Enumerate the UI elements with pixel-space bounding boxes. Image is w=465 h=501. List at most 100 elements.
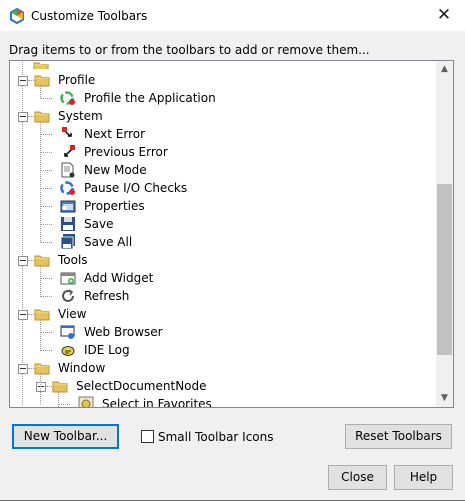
- new-mode-icon: [60, 162, 76, 178]
- tree-item-label: Next Error: [84, 127, 146, 141]
- select-favorites-icon: [78, 396, 94, 407]
- tree-connector: [40, 224, 52, 225]
- new-toolbar-label: New Toolbar...: [23, 429, 108, 443]
- tree-row[interactable]: Properties: [10, 197, 435, 215]
- tree-item-label: Select in Favorites: [102, 397, 212, 408]
- scroll-thumb[interactable]: [437, 184, 452, 355]
- tree-row[interactable]: View: [10, 305, 435, 323]
- tree-item-label: Properties: [84, 199, 145, 213]
- tree-connector: [40, 242, 52, 243]
- collapse-toggle[interactable]: [18, 112, 28, 122]
- close-window-icon[interactable]: ✕: [432, 4, 456, 26]
- folder-icon: [34, 252, 50, 268]
- tree-folder-label: Profile: [58, 73, 96, 87]
- tree-row[interactable]: New Mode: [10, 161, 435, 179]
- tree-row[interactable]: Tools: [10, 251, 435, 269]
- tree-row[interactable]: Save: [10, 215, 435, 233]
- tree-connector: [40, 134, 52, 135]
- scroll-down-icon[interactable]: ▼: [436, 390, 453, 407]
- previous-error-icon: [60, 144, 76, 160]
- toolbar-items-tree[interactable]: Profile Profile the Application System Next…: [9, 60, 454, 408]
- folder-icon: [34, 108, 50, 124]
- folder-icon: [52, 378, 68, 394]
- new-toolbar-button[interactable]: New Toolbar...: [12, 424, 119, 449]
- tree-guide-line: [40, 85, 41, 99]
- tree-connector: [40, 278, 52, 279]
- close-label: Close: [341, 470, 374, 484]
- tree-connector: [40, 332, 52, 333]
- small-icons-label[interactable]: Small Toolbar Icons: [158, 430, 274, 444]
- tree-connector: [40, 350, 52, 351]
- tree-row[interactable]: SelectDocumentNode: [10, 377, 435, 395]
- tree-connector: [40, 188, 52, 189]
- folder-icon: [33, 61, 49, 69]
- folder-icon: [34, 306, 50, 322]
- tree-connector: [40, 206, 52, 207]
- next-error-icon: [60, 126, 76, 142]
- title-bar: Customize Toolbars ✕: [0, 0, 465, 31]
- collapse-toggle[interactable]: [18, 364, 28, 374]
- tree-item-label: Profile the Application: [84, 91, 216, 105]
- tree-guide-line: [40, 319, 41, 351]
- tree-item-label: Previous Error: [84, 145, 168, 159]
- reset-toolbars-label: Reset Toolbars: [355, 429, 442, 443]
- close-button[interactable]: Close: [328, 465, 387, 490]
- tree-item-label: Pause I/O Checks: [84, 181, 188, 195]
- tree-row[interactable]: Web Browser: [10, 323, 435, 341]
- tree-item-label: Web Browser: [84, 325, 163, 339]
- tree-folder-label: SelectDocumentNode: [76, 379, 207, 393]
- tree-item-label: Save: [84, 217, 114, 231]
- tree-guide-line: [58, 391, 59, 407]
- tree-row[interactable]: Save All: [10, 233, 435, 251]
- tree-connector: [40, 152, 52, 153]
- properties-icon: [60, 198, 76, 214]
- vertical-scrollbar[interactable]: ▲ ▼: [436, 61, 453, 407]
- help-button[interactable]: Help: [394, 465, 453, 490]
- tree-row[interactable]: Previous Error: [10, 143, 435, 161]
- scroll-up-icon[interactable]: ▲: [436, 61, 453, 78]
- save-icon: [60, 216, 76, 232]
- tree-guide-line: [40, 265, 41, 297]
- folder-icon: [34, 72, 50, 88]
- tree-folder-label: System: [58, 109, 103, 123]
- web-browser-icon: [60, 324, 76, 340]
- refresh-icon: [60, 288, 76, 304]
- add-widget-icon: [60, 270, 76, 286]
- small-icons-checkbox[interactable]: [141, 430, 154, 443]
- tree-item-label: New Mode: [84, 163, 147, 177]
- tree-item-label: Save All: [84, 235, 133, 249]
- tree-folder-label: Window: [58, 361, 106, 375]
- tree-row-partial: [10, 61, 435, 71]
- tree-row[interactable]: Profile the Application: [10, 89, 435, 107]
- tree-item-label: Add Widget: [84, 271, 154, 285]
- ide-log-icon: [60, 342, 76, 358]
- tree-row[interactable]: Window: [10, 359, 435, 377]
- tree-row[interactable]: Add Widget: [10, 269, 435, 287]
- tree-row[interactable]: Select in Favorites: [10, 395, 435, 408]
- tree-folder-label: Tools: [58, 253, 88, 267]
- tree-folder-label: View: [58, 307, 87, 321]
- window-title: Customize Toolbars: [31, 9, 148, 23]
- tree-connector: [40, 98, 52, 99]
- collapse-toggle[interactable]: [18, 310, 28, 320]
- tree-row[interactable]: Pause I/O Checks: [10, 179, 435, 197]
- instruction-text: Drag items to or from the toolbars to ad…: [9, 43, 370, 57]
- tree-connector: [58, 404, 70, 405]
- reset-toolbars-button[interactable]: Reset Toolbars: [345, 424, 452, 449]
- tree-item-label: Refresh: [84, 289, 130, 303]
- tree-row[interactable]: Refresh: [10, 287, 435, 305]
- tree-row[interactable]: Next Error: [10, 125, 435, 143]
- tree-item-label: IDE Log: [84, 343, 130, 357]
- pause-io-icon: [60, 180, 76, 196]
- help-label: Help: [409, 470, 438, 484]
- tree-row[interactable]: Profile: [10, 71, 435, 89]
- collapse-toggle[interactable]: [36, 382, 46, 392]
- tree-guide-line: [40, 121, 41, 243]
- folder-icon: [34, 360, 50, 376]
- profile-app-icon: [60, 90, 76, 106]
- collapse-toggle[interactable]: [18, 256, 28, 266]
- tree-row[interactable]: System: [10, 107, 435, 125]
- tree-row[interactable]: IDE Log: [10, 341, 435, 359]
- tree-guide-line: [40, 373, 41, 405]
- collapse-toggle[interactable]: [18, 76, 28, 86]
